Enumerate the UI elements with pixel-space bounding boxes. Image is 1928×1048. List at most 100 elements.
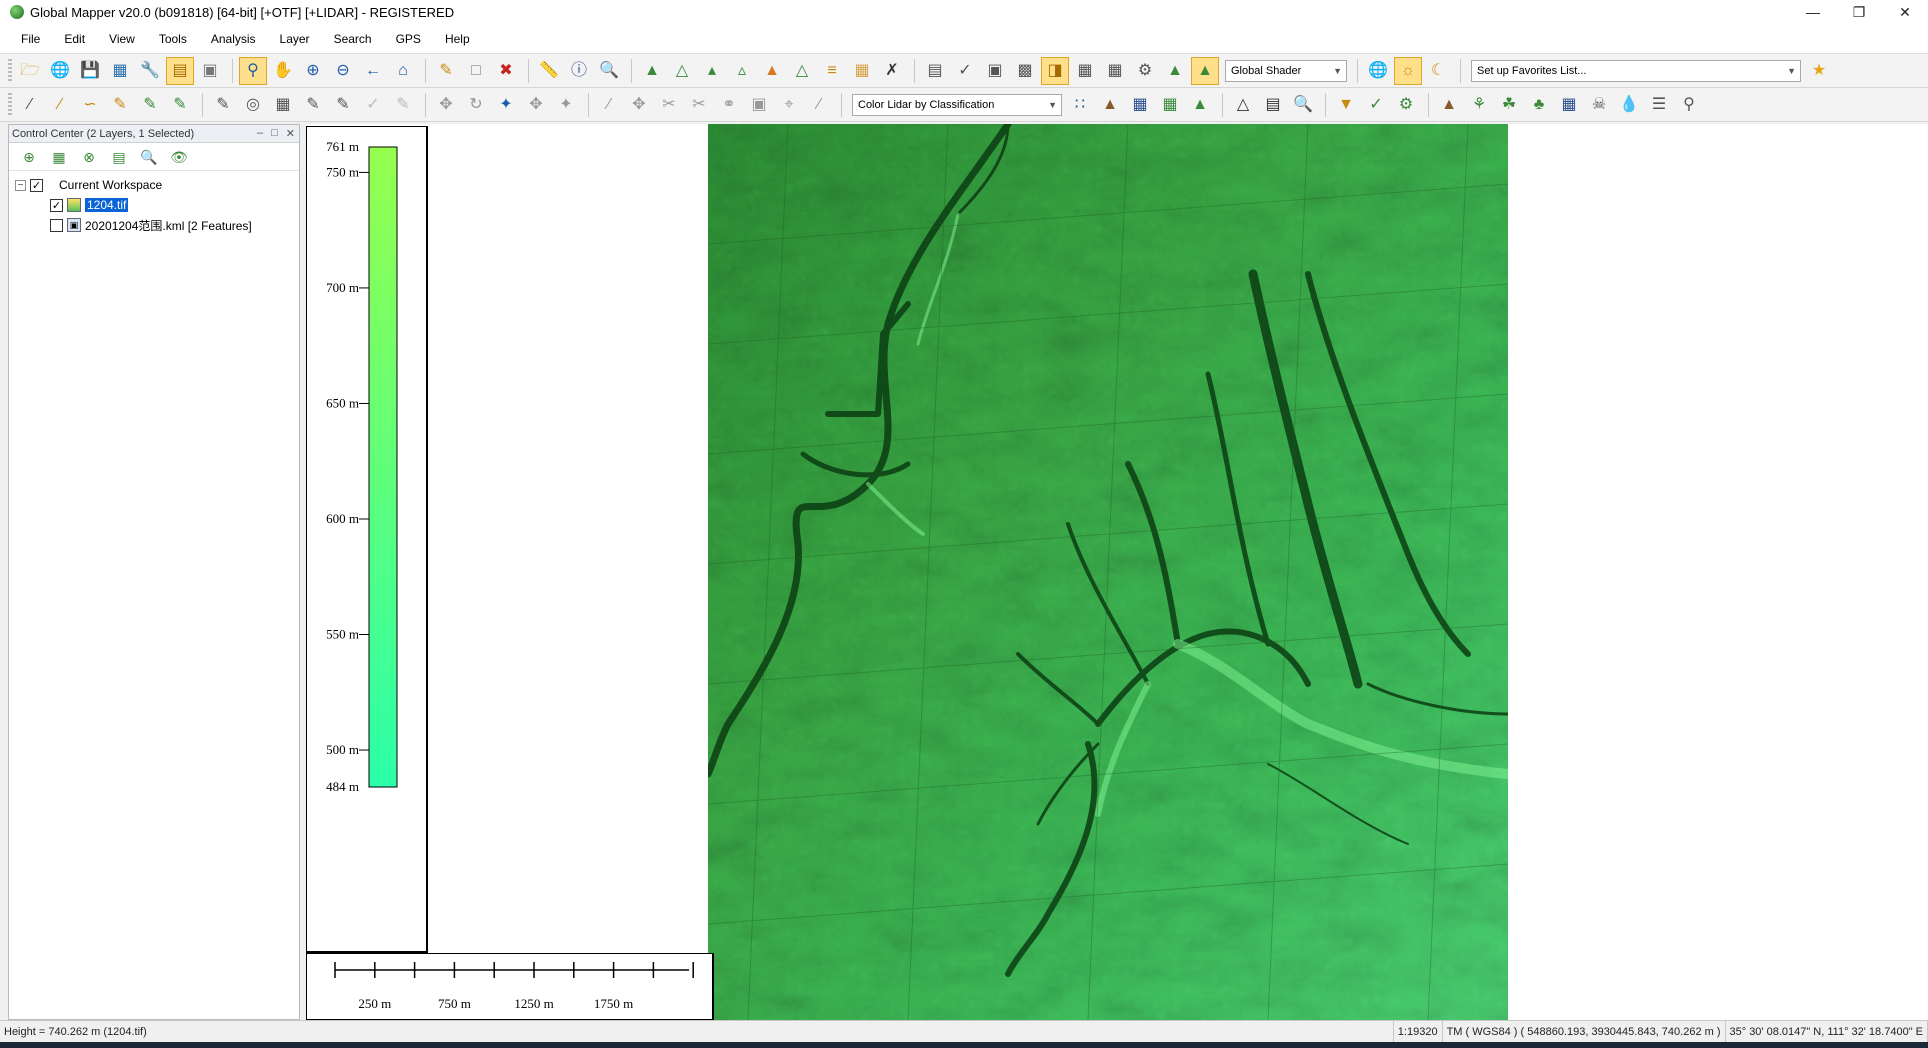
restore-button[interactable]: ❐ xyxy=(1836,0,1882,24)
create-text-icon[interactable]: ✎ xyxy=(329,91,357,119)
favorites-star-icon[interactable]: ★ xyxy=(1805,57,1833,85)
combine-terrain-icon[interactable]: ≡ xyxy=(818,57,846,85)
map-layout-icon[interactable]: ▦ xyxy=(848,57,876,85)
workspace-node[interactable]: − ✓ Current Workspace xyxy=(15,175,293,195)
layer-visibility-checkbox[interactable] xyxy=(50,218,63,232)
terrain-icon[interactable]: ▲ xyxy=(638,57,666,85)
shaded-relief-icon[interactable]: ◨ xyxy=(1041,56,1069,85)
scissors-icon[interactable]: ✂ xyxy=(655,91,683,119)
close-button[interactable]: ✕ xyxy=(1882,0,1928,24)
save-icon[interactable]: 💾 xyxy=(76,57,104,85)
lidar-grid-icon[interactable]: ▦ xyxy=(1101,57,1129,85)
map-view[interactable]: 761 m 484 m 750 m 700 m 650 m 600 m 550 m 500 m… xyxy=(306,124,1928,1020)
elevation-icon[interactable]: ▲ xyxy=(1161,57,1189,85)
menu-layer[interactable]: Layer xyxy=(277,30,313,48)
hatch-icon[interactable]: ▤ xyxy=(1259,91,1287,119)
select-box-icon[interactable]: □ xyxy=(462,57,490,85)
close-layer-icon[interactable]: ⊗ xyxy=(75,145,103,169)
script-icon[interactable]: ✓ xyxy=(951,57,979,85)
noise-icon[interactable]: ⚙ xyxy=(1392,91,1420,119)
create-point-icon[interactable]: ✎ xyxy=(209,91,237,119)
split-line-icon[interactable]: ∕ xyxy=(595,91,623,119)
buffer-icon[interactable]: ▣ xyxy=(745,91,773,119)
building-icon[interactable]: ▦ xyxy=(1555,91,1583,119)
crop-area-icon[interactable]: ✂ xyxy=(685,91,713,119)
layer-row-kml[interactable]: ▣ 20201204范围.kml [2 Features] xyxy=(15,215,293,235)
lidar-color-select[interactable]: Color Lidar by Classification ▼ xyxy=(852,93,1062,116)
feature-info-icon[interactable]: ⓘ xyxy=(565,57,593,85)
projection-globe-icon[interactable]: 🌐 xyxy=(1364,57,1392,85)
add-layer-icon[interactable]: ⊕ xyxy=(15,145,43,169)
lidar-ground-icon[interactable]: ▲ xyxy=(1096,91,1124,119)
ground-class-icon[interactable]: ▲ xyxy=(1435,91,1463,119)
lidar-filter-icon[interactable]: ▦ xyxy=(1156,91,1184,119)
night-mode-icon[interactable]: ☾ xyxy=(1424,57,1452,85)
lidar-classify-icon[interactable]: ∷ xyxy=(1066,91,1094,119)
toolbar-grip[interactable] xyxy=(8,92,12,117)
draw-circle-icon[interactable]: ✎ xyxy=(166,91,194,119)
range-ring-icon[interactable]: ◎ xyxy=(239,91,267,119)
search-lidar-icon[interactable]: 🔍 xyxy=(1289,91,1317,119)
zoom-to-layer-icon[interactable]: 🔍 xyxy=(135,145,163,169)
lidar-surface-icon[interactable]: ▲ xyxy=(1186,91,1214,119)
create-area-icon[interactable]: ✎ xyxy=(299,91,327,119)
zoom-box-icon[interactable]: ⚲ xyxy=(239,56,267,85)
menu-analysis[interactable]: Analysis xyxy=(208,30,259,48)
grid-create-icon[interactable]: ▦ xyxy=(269,91,297,119)
overlay-icon[interactable]: ▣ xyxy=(981,57,1009,85)
layer-name[interactable]: 20201204范围.kml [2 Features] xyxy=(85,217,252,234)
menu-file[interactable]: File xyxy=(18,30,43,48)
draw-freehand-icon[interactable]: ✎ xyxy=(106,91,134,119)
panel-minimize-icon[interactable]: – xyxy=(257,127,263,140)
edit-check-icon[interactable]: ✓ xyxy=(1362,91,1390,119)
move-icon[interactable]: ✥ xyxy=(432,91,460,119)
zoom-in-icon[interactable]: ⊕ xyxy=(299,57,327,85)
home-icon[interactable]: ⌂ xyxy=(389,57,417,85)
powerline-icon[interactable]: ☠ xyxy=(1585,91,1613,119)
clear-selection-icon[interactable]: ✗ xyxy=(878,57,906,85)
lidar-tools-icon[interactable]: ⚙ xyxy=(1131,57,1159,85)
volume-icon[interactable]: ▲ xyxy=(758,57,786,85)
back-arrow-icon[interactable]: ← xyxy=(359,57,387,85)
lidar-profile-icon[interactable]: ▦ xyxy=(1071,57,1099,85)
workspace-icon[interactable]: ▦ xyxy=(106,57,134,85)
control-center-icon[interactable]: ▤ xyxy=(166,56,194,85)
toggle-visibility-icon[interactable]: 👁 xyxy=(165,145,193,169)
panel-float-icon[interactable]: □ xyxy=(271,127,278,140)
elevation-shader-icon[interactable]: ▲ xyxy=(1191,56,1219,85)
zoom-out-icon[interactable]: ⊖ xyxy=(329,57,357,85)
daylight-shader-icon[interactable]: ☼ xyxy=(1394,56,1422,85)
favorites-select[interactable]: Set up Favorites List... ▼ xyxy=(1471,59,1801,82)
delete-x-icon[interactable]: ✖ xyxy=(492,57,520,85)
edit-vertex-disabled-icon[interactable]: ✓ xyxy=(359,91,387,119)
overview-map-icon[interactable]: ▣ xyxy=(196,57,224,85)
layer-visibility-checkbox[interactable]: ✓ xyxy=(50,198,63,212)
medium-veg-icon[interactable]: ☘ xyxy=(1495,91,1523,119)
menu-search[interactable]: Search xyxy=(331,30,375,48)
layer-options-icon[interactable]: ▦ xyxy=(45,145,73,169)
pan-hand-icon[interactable]: ✋ xyxy=(269,57,297,85)
delete-vertex-icon[interactable]: ✦ xyxy=(552,91,580,119)
workspace-checkbox[interactable]: ✓ xyxy=(30,178,43,192)
cut-fill-icon[interactable]: △ xyxy=(788,57,816,85)
measure-ruler-icon[interactable]: 📏 xyxy=(535,57,563,85)
move-vertex-icon[interactable]: ✥ xyxy=(522,91,550,119)
crop-icon[interactable]: ⌖ xyxy=(775,91,803,119)
lidar-building-icon[interactable]: ▦ xyxy=(1126,91,1154,119)
draw-line-icon[interactable]: ∕ xyxy=(16,91,44,119)
layout-editor-icon[interactable]: ▤ xyxy=(921,57,949,85)
filter-funnel-icon[interactable]: ▼ xyxy=(1332,91,1360,119)
shader-select[interactable]: Global Shader ▼ xyxy=(1225,59,1347,82)
menu-help[interactable]: Help xyxy=(442,30,473,48)
layer-name[interactable]: 1204.tif xyxy=(85,198,129,212)
menu-tools[interactable]: Tools xyxy=(156,30,190,48)
contour-icon[interactable]: △ xyxy=(668,57,696,85)
layer-metadata-icon[interactable]: ▤ xyxy=(105,145,133,169)
collapse-icon[interactable]: − xyxy=(15,179,26,191)
low-veg-icon[interactable]: ⚘ xyxy=(1465,91,1493,119)
measure-line-icon[interactable]: ∕ xyxy=(805,91,833,119)
config-wrench-icon[interactable]: 🔧 xyxy=(136,57,164,85)
road-icon[interactable]: ☰ xyxy=(1645,91,1673,119)
tree-icon[interactable]: ♣ xyxy=(1525,91,1553,119)
panel-close-icon[interactable]: ✕ xyxy=(286,127,295,140)
